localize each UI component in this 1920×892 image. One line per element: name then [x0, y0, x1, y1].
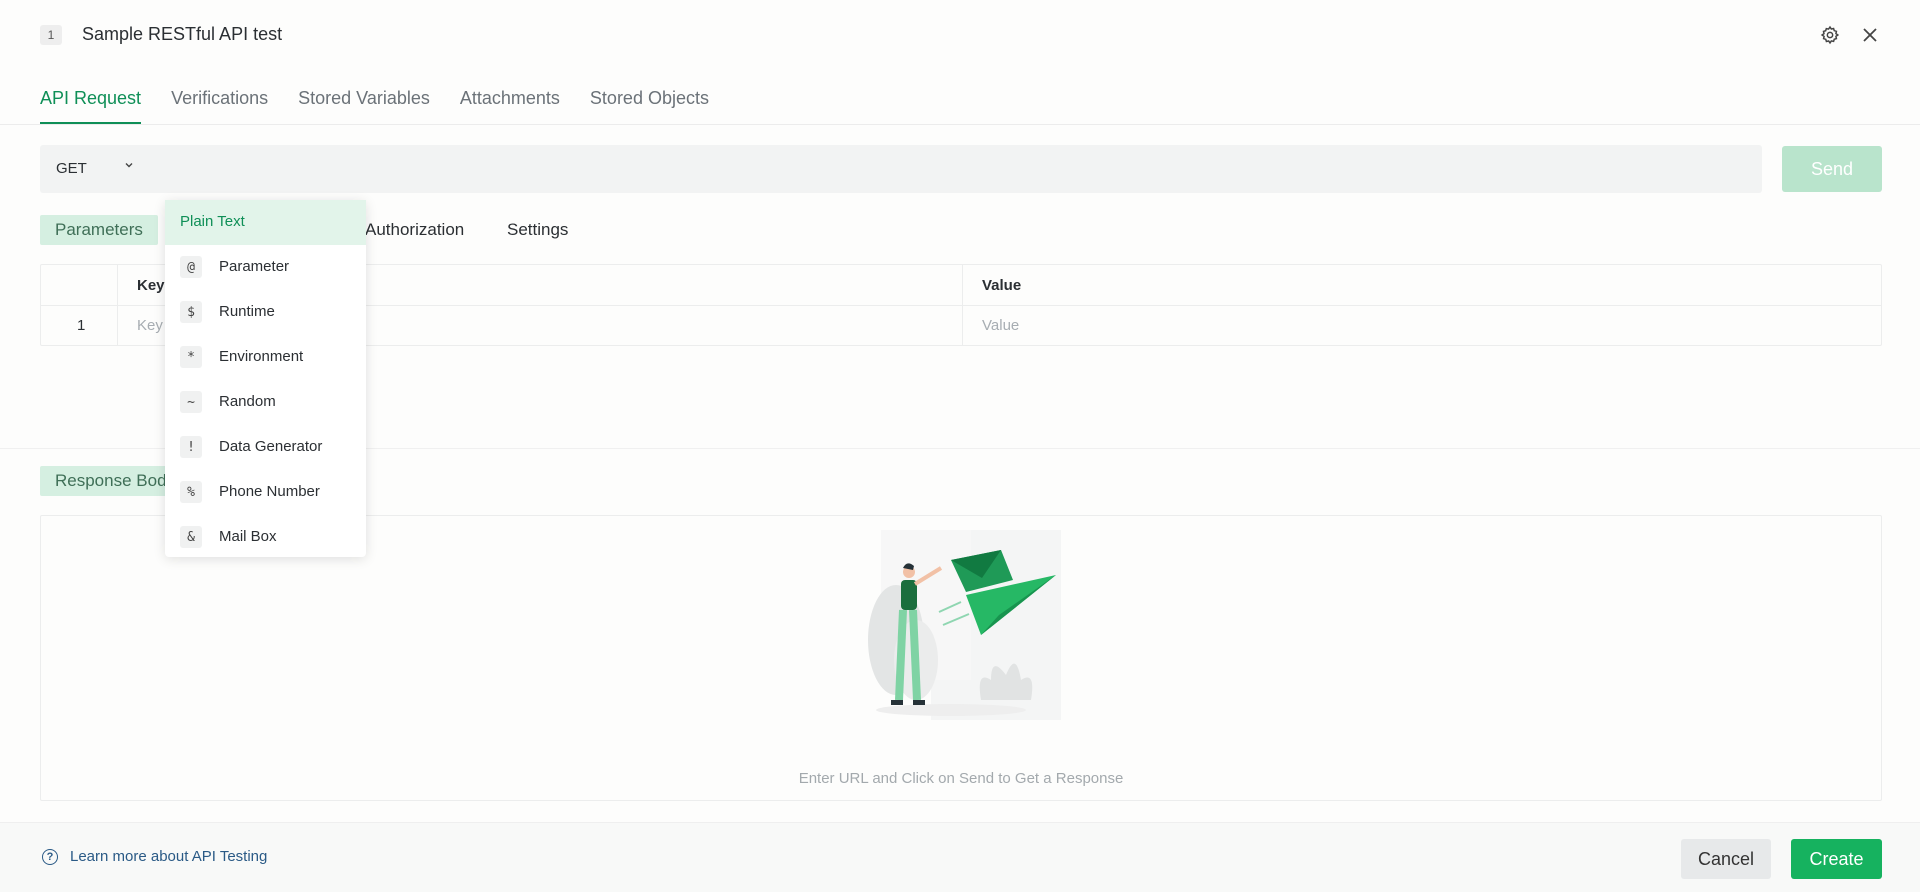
close-icon[interactable] — [1855, 20, 1885, 50]
menu-item-mail-box[interactable]: & Mail Box — [165, 515, 366, 560]
menu-item-label: Runtime — [219, 303, 275, 320]
menu-item-parameter[interactable]: @ Parameter — [165, 245, 366, 290]
dollar-symbol-icon: $ — [180, 301, 202, 323]
learn-more-link[interactable]: Learn more about API Testing — [70, 848, 267, 865]
table-column-divider — [117, 265, 118, 345]
value-input[interactable]: Value — [982, 317, 1019, 334]
menu-item-plain-text[interactable]: Plain Text — [165, 200, 366, 245]
subtab-settings[interactable]: Settings — [507, 215, 568, 245]
menu-item-label: Environment — [219, 348, 304, 365]
gear-icon[interactable] — [1815, 20, 1845, 50]
menu-item-runtime[interactable]: $ Runtime — [165, 290, 366, 335]
menu-item-phone-number[interactable]: % Phone Number — [165, 470, 366, 515]
exclamation-symbol-icon: ! — [180, 436, 202, 458]
tilde-symbol-icon: ~ — [180, 391, 202, 413]
empty-state-illustration — [851, 530, 1071, 735]
key-input[interactable]: Key — [137, 317, 163, 334]
tab-verifications[interactable]: Verifications — [171, 84, 268, 124]
main-tabs: API Request Verifications Stored Variabl… — [40, 84, 709, 124]
menu-item-label: Phone Number — [219, 483, 320, 500]
create-button[interactable]: Create — [1791, 839, 1882, 879]
tab-api-request[interactable]: API Request — [40, 84, 142, 124]
dialog-header: 1 Sample RESTful API test — [0, 0, 1920, 72]
cancel-button[interactable]: Cancel — [1681, 839, 1771, 879]
menu-item-label: Plain Text — [180, 213, 245, 230]
menu-item-environment[interactable]: * Environment — [165, 335, 366, 380]
send-button[interactable]: Send — [1782, 146, 1882, 192]
menu-item-label: Mail Box — [219, 528, 277, 545]
table-column-divider — [962, 265, 963, 345]
tab-attachments[interactable]: Attachments — [460, 84, 560, 124]
method-select[interactable]: GET — [56, 160, 87, 177]
row-number: 1 — [77, 317, 86, 334]
menu-item-label: Data Generator — [219, 438, 323, 455]
step-number-badge: 1 — [40, 25, 62, 45]
tabs-divider — [0, 124, 1920, 125]
menu-item-data-generator[interactable]: ! Data Generator — [165, 425, 366, 470]
tab-stored-objects[interactable]: Stored Objects — [590, 84, 709, 124]
ampersand-symbol-icon: & — [180, 526, 202, 548]
menu-item-random[interactable]: ~ Random — [165, 380, 366, 425]
subtab-parameters[interactable]: Parameters — [40, 215, 158, 245]
at-symbol-icon: @ — [180, 256, 202, 278]
test-title[interactable]: Sample RESTful API test — [82, 24, 282, 45]
response-hint: Enter URL and Click on Send to Get a Res… — [798, 770, 1124, 787]
asterisk-symbol-icon: * — [180, 346, 202, 368]
url-input[interactable]: GET — [40, 145, 1762, 193]
dialog-footer: ? Learn more about API Testing Cancel Cr… — [0, 822, 1920, 892]
value-type-dropdown: Plain Text @ Parameter $ Runtime * Envir… — [165, 200, 366, 557]
tab-stored-variables[interactable]: Stored Variables — [298, 84, 430, 124]
column-header-key: Key — [137, 277, 165, 294]
column-header-value: Value — [982, 277, 1022, 294]
percent-symbol-icon: % — [180, 481, 202, 503]
menu-item-label: Random — [219, 393, 276, 410]
menu-item-label: Parameter — [219, 258, 290, 275]
chevron-down-icon[interactable] — [124, 159, 134, 173]
subtab-authorization[interactable]: Authorization — [365, 215, 464, 245]
question-circle-icon: ? — [42, 849, 58, 865]
